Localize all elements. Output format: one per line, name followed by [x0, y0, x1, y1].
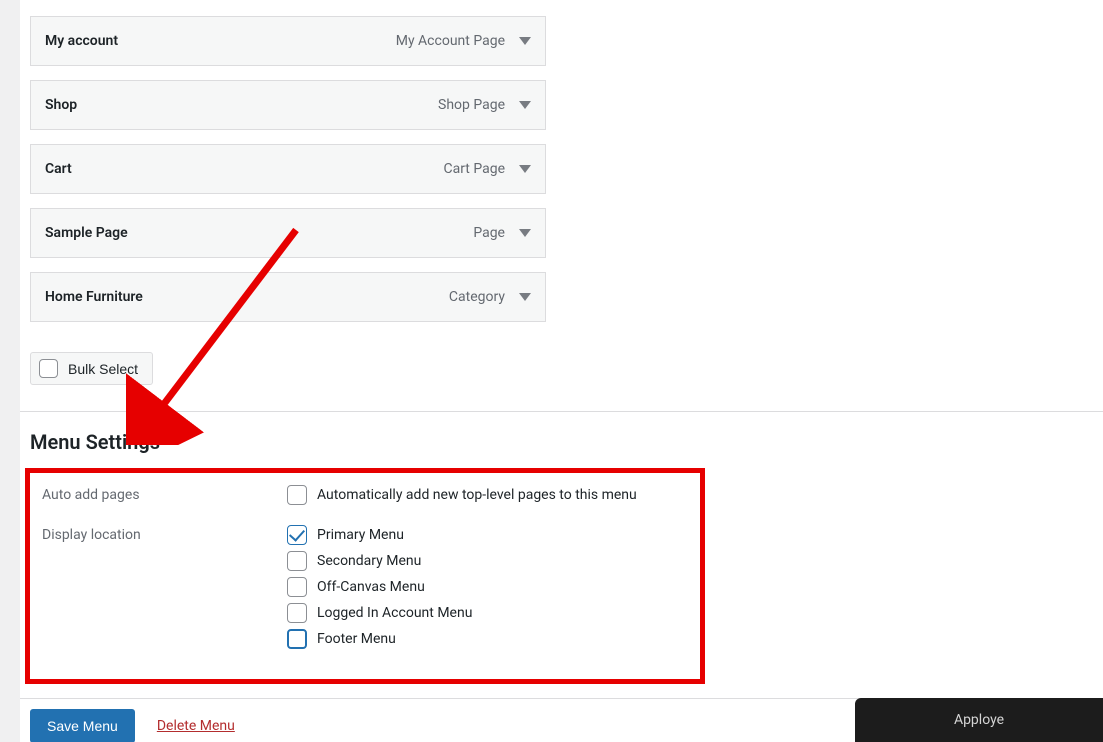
menu-item-type: Cart Page: [443, 161, 505, 177]
menu-item-meta[interactable]: Cart Page: [443, 161, 531, 177]
menu-item-title: Shop: [45, 97, 77, 113]
bulk-select-button[interactable]: Bulk Select: [30, 352, 153, 385]
checkbox-label: Automatically add new top-level pages to…: [317, 487, 637, 503]
auto-add-controls: Automatically add new top-level pages to…: [287, 485, 684, 511]
save-menu-button[interactable]: Save Menu: [30, 709, 135, 742]
checkbox[interactable]: [287, 485, 307, 505]
checkbox-label: Off-Canvas Menu: [317, 579, 425, 595]
menu-item-title: Home Furniture: [45, 289, 143, 305]
menu-item-meta[interactable]: Shop Page: [438, 97, 531, 113]
caret-down-icon: [519, 293, 531, 301]
display-location-controls: Primary Menu Secondary Menu Off-Canvas M…: [287, 525, 684, 655]
checkbox[interactable]: [287, 629, 307, 649]
checkbox-label: Footer Menu: [317, 631, 396, 647]
display-option-secondary[interactable]: Secondary Menu: [287, 551, 684, 571]
menu-settings-box: Auto add pages Automatically add new top…: [25, 468, 705, 684]
bulk-select-row: Bulk Select: [30, 352, 1103, 385]
checkbox-label: Logged In Account Menu: [317, 605, 472, 621]
display-location-row: Display location Primary Menu Secondary …: [42, 525, 684, 655]
apploye-widget[interactable]: Apploye: [855, 698, 1103, 742]
caret-down-icon: [519, 165, 531, 173]
menu-item-type: Shop Page: [438, 97, 505, 113]
menu-structure-list: My account My Account Page Shop Shop Pag…: [20, 0, 1103, 322]
menu-item-title: Cart: [45, 161, 72, 177]
checkbox-icon: [39, 359, 58, 378]
menu-item-meta[interactable]: Category: [449, 289, 531, 305]
display-option-primary[interactable]: Primary Menu: [287, 525, 684, 545]
auto-add-label: Auto add pages: [42, 485, 287, 511]
bulk-select-label: Bulk Select: [68, 361, 138, 377]
display-option-footer[interactable]: Footer Menu: [287, 629, 684, 649]
menu-item-meta[interactable]: My Account Page: [396, 33, 531, 49]
checkbox-label: Primary Menu: [317, 527, 404, 543]
checkbox-label: Secondary Menu: [317, 553, 421, 569]
display-option-loggedin[interactable]: Logged In Account Menu: [287, 603, 684, 623]
checkbox[interactable]: [287, 577, 307, 597]
checkbox[interactable]: [287, 603, 307, 623]
menu-settings-title: Menu Settings: [30, 430, 1103, 454]
menu-item-type: My Account Page: [396, 33, 505, 49]
caret-down-icon: [519, 101, 531, 109]
apploye-label: Apploye: [954, 712, 1004, 728]
menu-item-type: Page: [473, 225, 505, 241]
menu-item[interactable]: Sample Page Page: [30, 208, 546, 258]
menu-item[interactable]: Home Furniture Category: [30, 272, 546, 322]
display-option-offcanvas[interactable]: Off-Canvas Menu: [287, 577, 684, 597]
menu-item-meta[interactable]: Page: [473, 225, 531, 241]
menu-item-type: Category: [449, 289, 505, 305]
delete-menu-link[interactable]: Delete Menu: [157, 718, 235, 734]
checkbox[interactable]: [287, 525, 307, 545]
menu-item[interactable]: Shop Shop Page: [30, 80, 546, 130]
caret-down-icon: [519, 229, 531, 237]
checkbox[interactable]: [287, 551, 307, 571]
divider: [20, 411, 1103, 412]
auto-add-row: Auto add pages Automatically add new top…: [42, 485, 684, 511]
main-area: My account My Account Page Shop Shop Pag…: [20, 0, 1103, 742]
menu-item[interactable]: Cart Cart Page: [30, 144, 546, 194]
page-root: My account My Account Page Shop Shop Pag…: [0, 0, 1103, 742]
menu-item-title: Sample Page: [45, 225, 128, 241]
caret-down-icon: [519, 37, 531, 45]
menu-item[interactable]: My account My Account Page: [30, 16, 546, 66]
auto-add-option[interactable]: Automatically add new top-level pages to…: [287, 485, 684, 505]
display-location-label: Display location: [42, 525, 287, 655]
menu-item-title: My account: [45, 33, 118, 49]
